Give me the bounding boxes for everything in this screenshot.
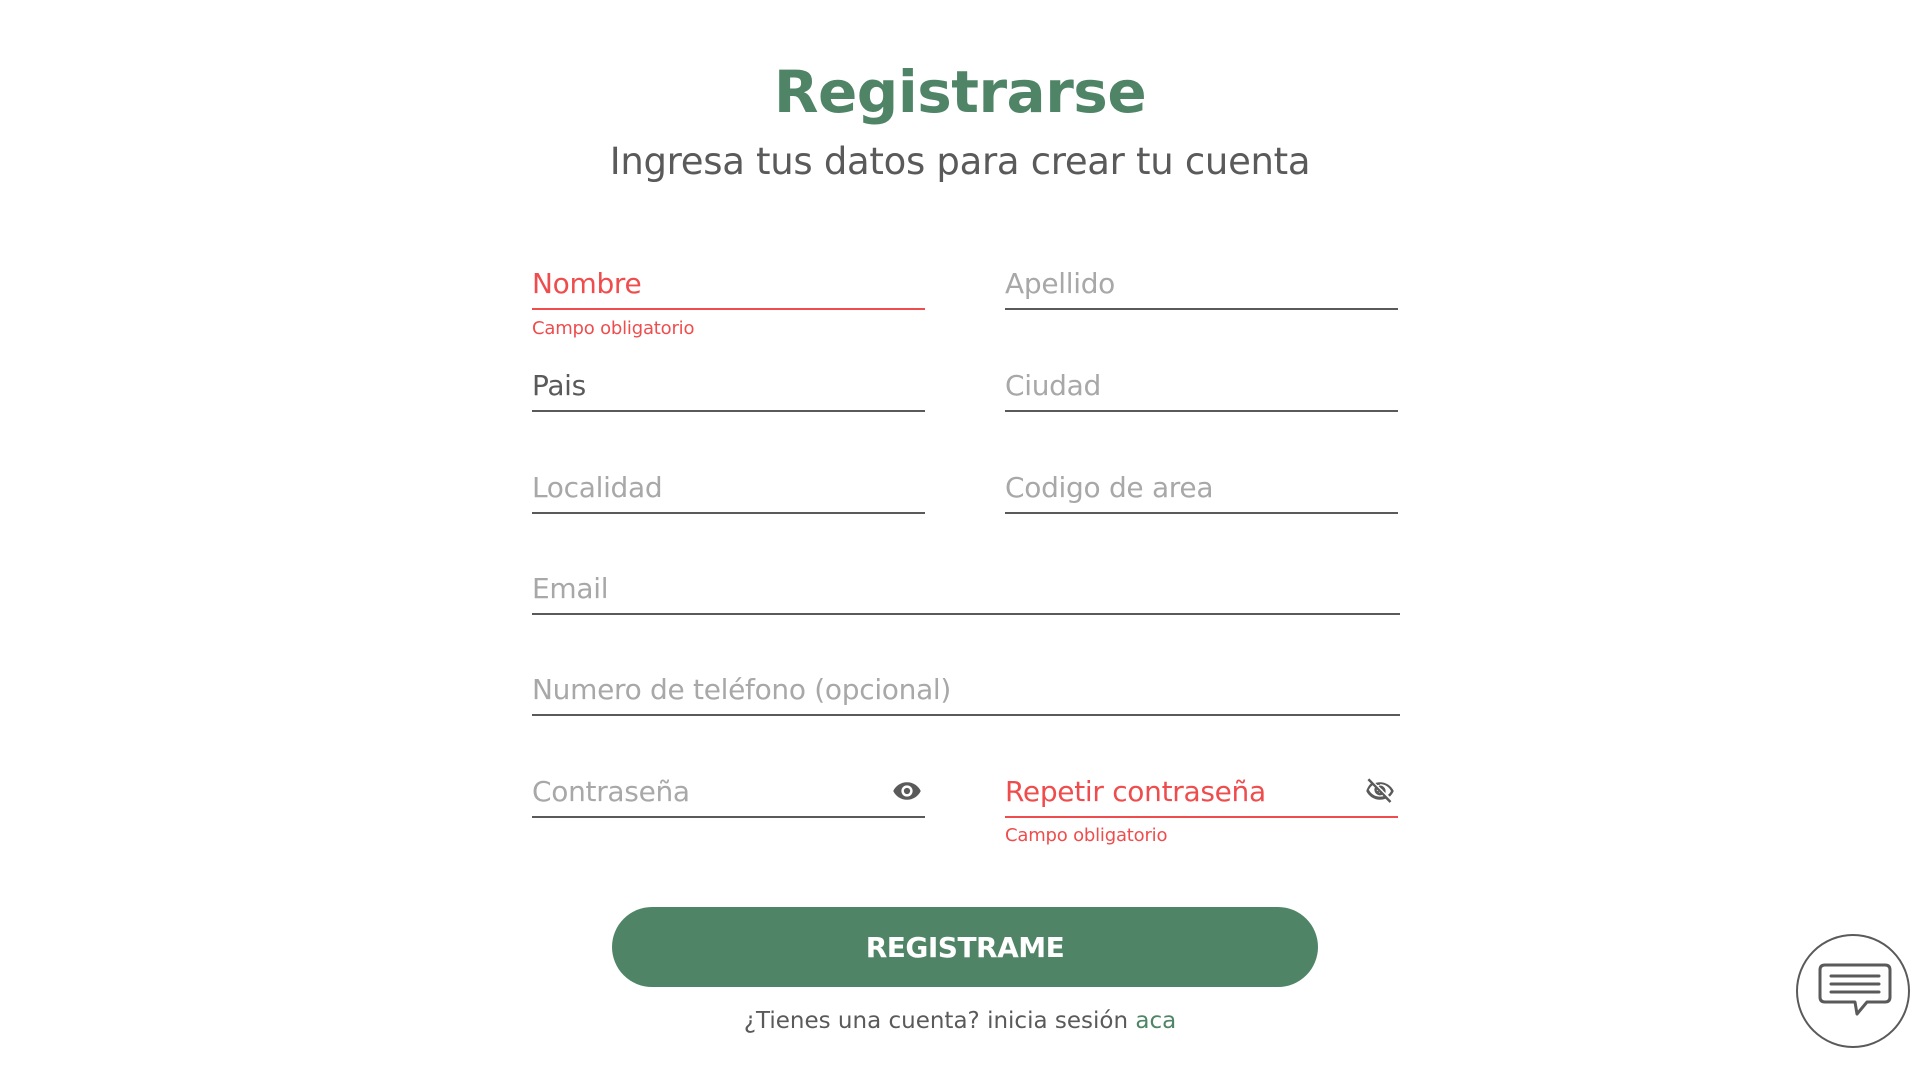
ciudad-input[interactable] — [1005, 369, 1398, 402]
repetir-contrasena-field — [1005, 762, 1398, 818]
ciudad-field — [1005, 356, 1398, 412]
localidad-input[interactable] — [532, 471, 925, 504]
pais-select[interactable] — [532, 369, 925, 402]
registrame-button[interactable]: REGISTRAME — [612, 907, 1318, 987]
pais-field — [532, 356, 925, 412]
chat-bubble-icon — [1818, 963, 1892, 1016]
nombre-field — [532, 254, 925, 310]
contrasena-field — [532, 762, 925, 818]
chat-button[interactable] — [1796, 934, 1910, 1048]
eye-off-icon[interactable] — [1362, 776, 1398, 806]
codigo-area-field — [1005, 458, 1398, 514]
nombre-input[interactable] — [532, 267, 925, 300]
login-link[interactable]: aca — [1135, 1008, 1176, 1034]
telefono-input[interactable] — [532, 673, 1400, 706]
repetir-contrasena-error: Campo obligatorio — [1005, 825, 1168, 846]
page-subtitle: Ingresa tus datos para crear tu cuenta — [609, 140, 1311, 183]
repetir-contrasena-input[interactable] — [1005, 775, 1350, 808]
apellido-field — [1005, 254, 1398, 310]
register-page: Registrarse Ingresa tus datos para crear… — [0, 0, 1920, 1080]
localidad-field — [532, 458, 925, 514]
login-prompt: ¿Tienes una cuenta? inicia sesión aca — [0, 1008, 1920, 1034]
contrasena-input[interactable] — [532, 775, 877, 808]
login-prompt-text: ¿Tienes una cuenta? inicia sesión — [743, 1008, 1129, 1034]
email-input[interactable] — [532, 572, 1400, 605]
nombre-error: Campo obligatorio — [532, 318, 695, 339]
eye-icon[interactable] — [889, 776, 925, 806]
apellido-input[interactable] — [1005, 267, 1398, 300]
page-title: Registrarse — [773, 58, 1147, 126]
email-field — [532, 559, 1400, 615]
telefono-field — [532, 660, 1400, 716]
codigo-area-input[interactable] — [1005, 471, 1398, 504]
